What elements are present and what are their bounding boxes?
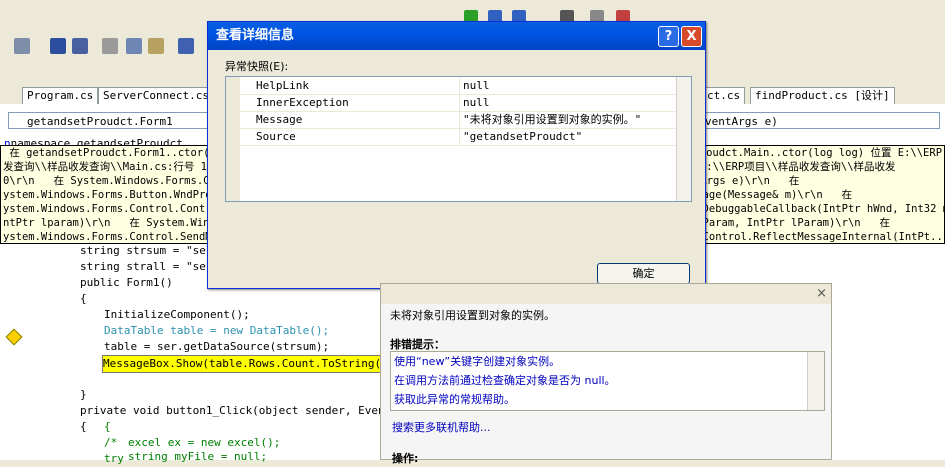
class-dropdown[interactable]: getandsetProudct.Form1 xyxy=(8,112,213,129)
cut-icon[interactable] xyxy=(102,38,118,54)
tab-ct[interactable]: ct.cs xyxy=(702,87,746,104)
code-line: table = ser.getDataSource(strsum); xyxy=(104,340,330,353)
property-value: null xyxy=(459,77,678,94)
exception-details-dialog: 查看详细信息 ? X 异常快照(E): HelpLink null InnerE… xyxy=(207,21,706,289)
save-all-icon[interactable] xyxy=(72,38,88,54)
code-line: } xyxy=(80,388,87,401)
code-line: string myFile = null; xyxy=(128,450,268,463)
troubleshooting-list[interactable]: 使用“new”关键字创建对象实例。 在调用方法前通过检查确定对象是否为 null… xyxy=(390,351,825,411)
hint-link[interactable]: 使用“new”关键字创建对象实例。 xyxy=(394,353,560,369)
search-online-help-link[interactable]: 搜索更多联机帮助... xyxy=(392,419,491,435)
tab-findproduct-design[interactable]: findProduct.cs [设计] xyxy=(750,87,895,104)
dialog-title: 查看详细信息 xyxy=(216,28,295,43)
paste-icon[interactable] xyxy=(148,38,164,54)
code-line: string strsum = "sele xyxy=(80,244,220,257)
current-statement: MessageBox.Show(table.Rows.Count.ToStrin… xyxy=(102,355,403,373)
property-value: null xyxy=(459,94,678,111)
help-button[interactable]: ? xyxy=(658,26,679,47)
undo-icon[interactable] xyxy=(178,38,194,54)
assistant-header xyxy=(381,284,831,304)
tab-serverconnect[interactable]: ServerConnect.cs xyxy=(98,87,214,104)
close-button[interactable]: X xyxy=(681,26,702,47)
exception-assistant: × 未将对象引用设置到对象的实例。 排错提示： 使用“new”关键字创建对象实例… xyxy=(380,283,832,465)
code-line: string strall = "sele xyxy=(80,260,220,273)
code-line: { xyxy=(104,420,111,433)
troubleshooting-title: 排错提示： xyxy=(390,338,445,351)
property-value: "getandsetProudct" xyxy=(459,128,678,145)
exception-message: 未将对象引用设置到对象的实例。 xyxy=(390,309,555,322)
property-name: InnerException xyxy=(256,96,349,109)
property-value: "未将对象引用设置到对象的实例。" xyxy=(459,111,678,128)
save-icon[interactable] xyxy=(50,38,66,54)
ok-button[interactable]: 确定 xyxy=(597,263,690,284)
hint-link[interactable]: 在调用方法前通过检查确定对象是否为 null。 xyxy=(394,372,616,388)
tab-program[interactable]: Program.cs xyxy=(22,87,99,104)
property-name: HelpLink xyxy=(256,79,309,92)
member-dropdown-label: ventArgs e) xyxy=(705,115,778,128)
code-line: DataTable table = new DataTable(); xyxy=(104,324,330,337)
hint-link[interactable]: 获取此异常的常规帮助。 xyxy=(394,391,515,407)
grid-row[interactable]: Message "未将对象引用设置到对象的实例。" xyxy=(226,111,676,129)
actions-title: 操作: xyxy=(392,452,419,465)
section-label: 异常快照(E): xyxy=(225,60,289,73)
code-line: { xyxy=(80,420,87,433)
add-item-icon[interactable] xyxy=(14,38,30,54)
class-dropdown-label: getandsetProudct.Form1 xyxy=(27,115,173,128)
assistant-close-icon[interactable]: × xyxy=(816,286,827,301)
member-dropdown[interactable]: ventArgs e) xyxy=(700,112,940,129)
code-line: InitializeComponent(); xyxy=(104,308,250,321)
code-line: public Form1() xyxy=(80,276,173,289)
property-name: Source xyxy=(256,130,296,143)
code-line: { xyxy=(80,292,87,305)
hints-scrollbar[interactable] xyxy=(807,352,824,410)
grid-row[interactable]: Source "getandsetProudct" xyxy=(226,128,676,146)
dialog-title-bar[interactable]: 查看详细信息 xyxy=(208,22,705,50)
grid-scrollbar[interactable] xyxy=(676,77,691,201)
grid-row[interactable]: HelpLink null xyxy=(226,77,676,95)
code-lines-lower: { excel ex = new excel(); string myFile … xyxy=(104,419,404,463)
grid-row[interactable]: InnerException null xyxy=(226,94,676,112)
property-grid[interactable]: HelpLink null InnerException null Messag… xyxy=(225,76,692,202)
copy-icon[interactable] xyxy=(126,38,142,54)
code-line: private void button1_Click(object sender… xyxy=(80,404,412,417)
property-name: Message xyxy=(256,113,303,126)
